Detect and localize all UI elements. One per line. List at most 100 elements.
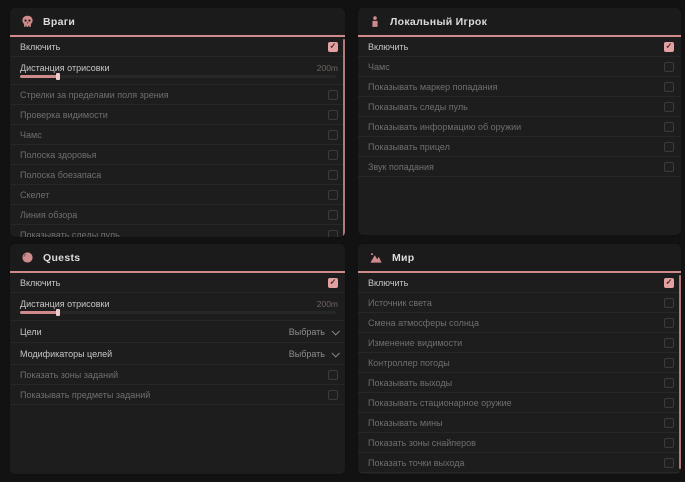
row-checkbox-показать-точки-выхода: Показать точки выхода [358,453,681,473]
checkbox[interactable] [664,338,674,348]
checkbox[interactable] [664,142,674,152]
panel-world-body: Включить✓Источник светаСмена атмосферы с… [358,273,681,473]
slider-value: 200m [317,299,338,309]
checkbox[interactable] [664,378,674,388]
checkbox[interactable] [664,62,674,72]
option-label: Показывать маркер попадания [368,82,498,92]
checkbox[interactable]: ✓ [664,278,674,288]
row-dropdown-цели: Цели Выбрать [10,321,345,343]
option-label: Линия обзора [20,210,77,220]
option-label: Показывать стационарное оружие [368,398,512,408]
option-label: Показать зоны снайперов [368,438,476,448]
checkbox[interactable] [664,358,674,368]
option-label: Контроллер погоды [368,358,450,368]
checkbox[interactable] [328,130,338,140]
row-checkbox-показывать-предметы-заданий: Показывать предметы заданий [10,385,345,405]
checkbox[interactable] [328,230,338,238]
row-checkbox-показывать-стационарное-оружие: Показывать стационарное оружие [358,393,681,413]
checkbox[interactable] [328,150,338,160]
dropdown[interactable]: Выбрать [289,349,338,359]
slider-handle[interactable] [56,309,60,316]
row-slider-дистанция-отрисовки: Дистанция отрисовки200m [10,293,345,321]
option-label: Показывать следы пуль [368,102,468,112]
slider-track[interactable] [20,75,336,78]
checkbox[interactable] [328,210,338,220]
row-checkbox-звук-попадания: Звук попадания [358,157,681,177]
panel-title: Враги [43,16,75,28]
check-icon: ✓ [330,278,337,286]
check-icon: ✓ [666,42,673,50]
panel-quests-header: Quests [10,244,345,273]
row-checkbox-включить: Включить ✓ [10,273,345,293]
option-label: Включить [20,42,60,52]
option-label: Цели [20,327,42,337]
checkbox[interactable] [328,370,338,380]
checkbox[interactable]: ✓ [328,42,338,52]
row-checkbox-показывать-выходы: Показывать выходы [358,373,681,393]
row-checkbox-включить: Включить✓ [358,37,681,57]
option-label: Стрелки за пределами поля зрения [20,90,169,100]
checkbox[interactable] [328,90,338,100]
checkbox[interactable] [664,438,674,448]
slider-track[interactable] [20,311,336,314]
checkbox[interactable]: ✓ [328,278,338,288]
panel-title: Мир [392,252,415,264]
skull-icon [21,15,34,28]
row-checkbox-включить: Включить✓ [358,273,681,293]
checkbox[interactable] [664,82,674,92]
checkbox[interactable] [664,398,674,408]
check-icon: ✓ [666,278,673,286]
option-label: Показывать информацию об оружии [368,122,521,132]
row-checkbox-показать-зоны-снайперов: Показать зоны снайперов [358,433,681,453]
checkbox[interactable] [664,102,674,112]
checkbox[interactable] [328,110,338,120]
slider-handle[interactable] [56,73,60,80]
row-checkbox-показывать-мины: Показывать мины [358,413,681,433]
scrollbar[interactable] [343,39,345,237]
panel-title: Quests [43,252,80,264]
panel-world-header: Мир [358,244,681,273]
panel-local-player-body: Включить✓ЧамсПоказывать маркер попадания… [358,37,681,177]
panel-enemies-body: Включить ✓ Дистанция отрисовки200m Стрелки … [10,37,345,237]
row-slider-дистанция-отрисовки: Дистанция отрисовки200m [10,57,345,85]
option-label: Чамс [20,130,42,140]
row-checkbox-линия-обзора: Линия обзора [10,205,345,225]
person-icon [369,15,381,28]
checkbox[interactable] [664,122,674,132]
chevron-down-icon [331,349,339,357]
row-dropdown-модификаторы-целей: Модификаторы целейВыбрать [10,343,345,365]
panel-enemies: Враги Включить ✓ Дистанция отрисовки200m Ст… [10,8,345,237]
option-label: Показывать следы пуль [20,230,120,238]
option-label: Полоска здоровья [20,150,96,160]
option-label: Показывать мины [368,418,443,428]
checkbox[interactable] [328,190,338,200]
panel-quests-body: Включить ✓ Дистанция отрисовки200m Цели Выбр… [10,273,345,405]
scrollbar[interactable] [679,275,681,469]
checkbox[interactable] [664,162,674,172]
option-label: Показывать выходы [368,378,452,388]
option-label: Полоска боезапаса [20,170,101,180]
row-checkbox-скелет: Скелет [10,185,345,205]
checkbox[interactable] [328,170,338,180]
row-checkbox-показывать-информацию-об-оружии: Показывать информацию об оружии [358,117,681,137]
row-checkbox-показывать-следы-пуль: Показывать следы пуль [10,225,345,237]
slider-labels: Дистанция отрисовки200m [20,299,338,309]
dropdown[interactable]: Выбрать [289,327,338,337]
checkbox[interactable] [664,318,674,328]
circle-icon [21,251,34,264]
checkbox[interactable] [664,458,674,468]
row-checkbox-полоска-здоровья: Полоска здоровья [10,145,345,165]
slider-fill [20,75,58,78]
row-checkbox-включить: Включить ✓ [10,37,345,57]
checkbox[interactable] [664,298,674,308]
checkbox[interactable] [328,390,338,400]
checkbox[interactable] [664,418,674,428]
checkbox[interactable]: ✓ [664,42,674,52]
dropdown-value: Выбрать [289,327,325,337]
panel-quests: Quests Включить ✓ Дистанция отрисовки200m Ц… [10,244,345,474]
panel-local-player-header: Локальный Игрок [358,8,681,37]
option-label: Включить [20,278,60,288]
option-label: Показывать предметы заданий [20,390,150,400]
row-checkbox-показать-зоны-заданий: Показать зоны заданий [10,365,345,385]
option-label: Изменение видимости [368,338,462,348]
